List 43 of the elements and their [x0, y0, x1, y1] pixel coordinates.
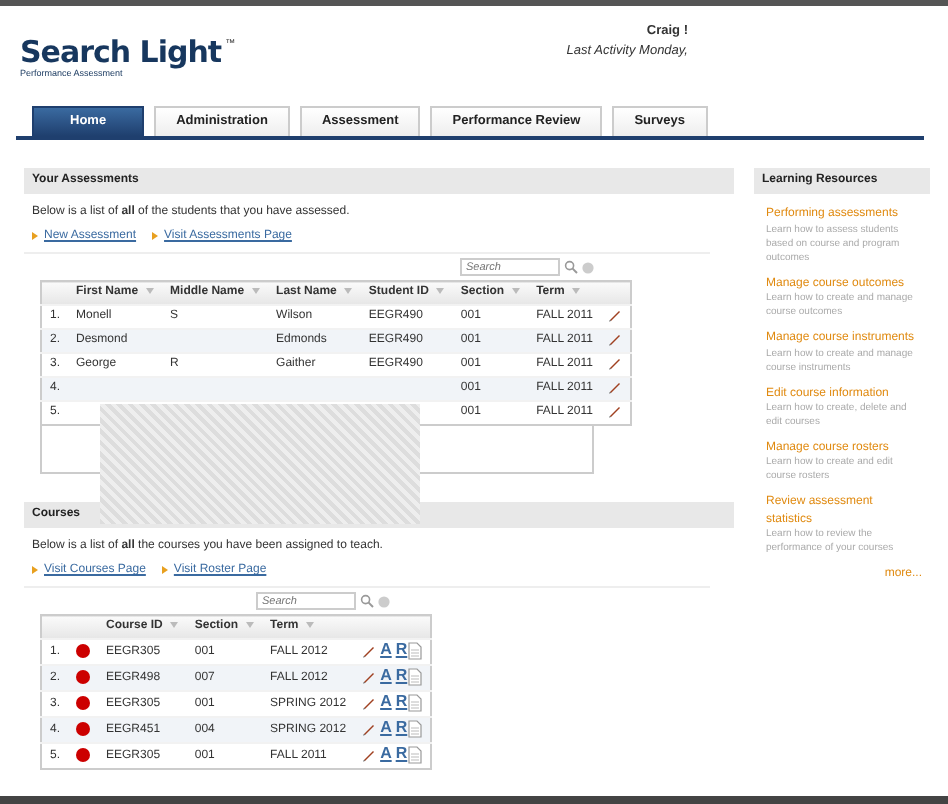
filter-icon[interactable]: [146, 287, 155, 294]
pencil-icon[interactable]: [608, 404, 623, 419]
pencil-icon[interactable]: [608, 332, 623, 347]
search-icon[interactable]: [360, 594, 374, 609]
document-icon[interactable]: [407, 746, 422, 765]
logo-title: Search Light: [20, 34, 222, 70]
pencil-icon[interactable]: [608, 356, 623, 371]
document-icon[interactable]: [407, 720, 422, 739]
filter-icon[interactable]: [252, 287, 261, 294]
filter-icon[interactable]: [306, 621, 315, 628]
document-icon[interactable]: [407, 694, 422, 713]
pencil-icon[interactable]: [608, 380, 623, 395]
arrow-bullet-icon: [32, 231, 38, 240]
arrow-bullet-icon: [32, 565, 38, 574]
action-link[interactable]: R: [395, 744, 408, 763]
document-icon[interactable]: [407, 642, 422, 661]
filter-icon[interactable]: [436, 287, 445, 294]
pencil-icon[interactable]: [362, 748, 377, 763]
filter-icon[interactable]: [572, 287, 581, 294]
pencil-icon[interactable]: [608, 308, 623, 323]
action-link[interactable]: A: [380, 666, 392, 685]
filter-icon[interactable]: [512, 287, 521, 294]
pencil-icon[interactable]: [362, 670, 377, 685]
search-icon[interactable]: [564, 260, 578, 275]
filter-icon[interactable]: [170, 621, 179, 628]
clear-icon[interactable]: [378, 595, 390, 608]
action-link[interactable]: A: [380, 692, 392, 711]
action-link[interactable]: A: [380, 744, 392, 763]
arrow-bullet-icon: [152, 231, 159, 240]
pencil-icon[interactable]: [362, 722, 377, 737]
pencil-icon[interactable]: [362, 644, 377, 659]
action-link[interactable]: R: [395, 692, 408, 711]
action-link[interactable]: A: [380, 640, 392, 659]
filter-icon[interactable]: [246, 621, 255, 628]
clear-icon[interactable]: [582, 261, 594, 274]
document-icon[interactable]: [407, 668, 422, 687]
arrow-bullet-icon: [161, 565, 168, 574]
action-link[interactable]: A: [380, 718, 392, 737]
action-link[interactable]: R: [395, 640, 408, 659]
action-link[interactable]: R: [395, 718, 408, 737]
action-link[interactable]: R: [395, 666, 408, 685]
pencil-icon[interactable]: [362, 696, 377, 711]
filter-icon[interactable]: [344, 287, 353, 294]
